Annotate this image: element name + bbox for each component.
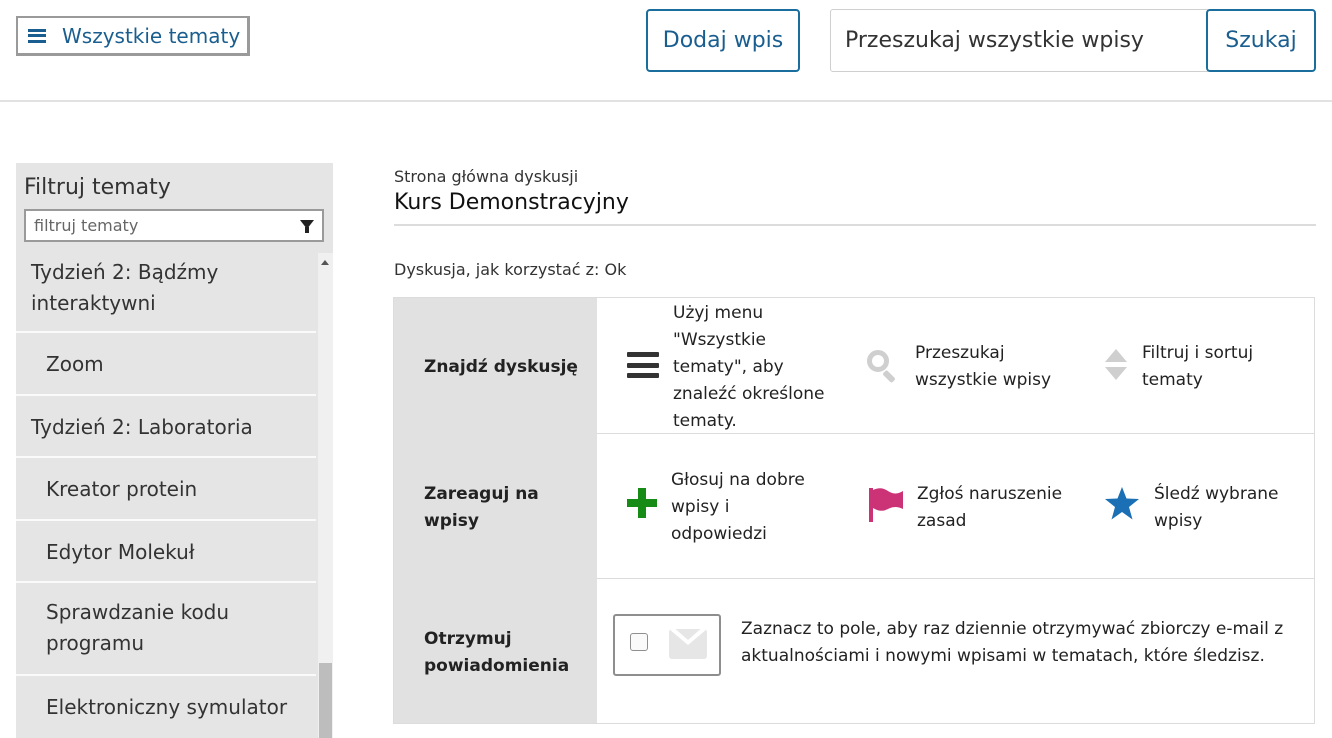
find-discussion-label: Znajdź dyskusję — [424, 357, 578, 377]
sidebar-title: Filtruj tematy — [24, 175, 171, 200]
flag-icon — [867, 486, 903, 522]
topic-list: Tydzień 2: Bądźmy interaktywni Zoom Tydz… — [16, 253, 316, 738]
scrollbar-thumb[interactable] — [319, 663, 332, 738]
menu-tip: Użyj menu "Wszystkie tematy", aby znaleź… — [673, 300, 833, 435]
all-topics-label: Wszystkie tematy — [62, 23, 241, 48]
search-tip-icon-wrap — [865, 348, 899, 384]
envelope-icon — [669, 629, 707, 659]
topic-item-code-checker[interactable]: Sprawdzanie kodu programu — [16, 583, 316, 676]
digest-checkbox-toggle[interactable] — [613, 614, 721, 676]
topics-sidebar: Filtruj tematy Tydzień 2: Bądźmy interak… — [16, 163, 333, 738]
topic-item-label: Tydzień 2: Bądźmy interaktywni — [31, 260, 219, 315]
topic-item-label: Zoom — [46, 352, 104, 376]
topic-item-week2-labs[interactable]: Tydzień 2: Laboratoria — [16, 396, 316, 458]
menu-tip-text: Użyj menu "Wszystkie tematy", aby znaleź… — [673, 303, 825, 431]
all-topics-button[interactable]: Wszystkie tematy — [16, 16, 250, 56]
sort-tip-text: Filtruj i sortuj tematy — [1142, 343, 1254, 390]
topic-item-zoom[interactable]: Zoom — [16, 333, 316, 396]
report-tip: Zgłoś naruszenie zasad — [917, 481, 1077, 535]
topic-item-molecule-editor[interactable]: Edytor Molekuł — [16, 521, 316, 583]
plus-icon — [627, 488, 657, 518]
sort-tip-icon-wrap — [1105, 349, 1127, 381]
topic-item-label: Sprawdzanie kodu programu — [46, 600, 230, 655]
vote-tip-text: Głosuj na dobre wpisy i odpowiedzi — [671, 470, 805, 544]
add-post-button[interactable]: Dodaj wpis — [646, 9, 800, 72]
follow-tip-text: Śledź wybrane wpisy — [1154, 484, 1279, 531]
search-input[interactable] — [830, 9, 1208, 72]
digest-checkbox[interactable] — [630, 633, 648, 651]
sort-tip: Filtruj i sortuj tematy — [1142, 340, 1292, 394]
report-tip-text: Zgłoś naruszenie zasad — [917, 484, 1063, 531]
row-divider — [597, 578, 1314, 579]
notifications-label: Otrzymuj powiadomienia — [424, 629, 570, 676]
report-tip-icon-wrap — [867, 486, 903, 522]
topic-item-week2-interactive[interactable]: Tydzień 2: Bądźmy interaktywni — [16, 253, 316, 333]
filter-icon — [300, 220, 314, 233]
menu-icon — [28, 28, 46, 43]
howto-panel: Znajdź dyskusję Użyj menu "Wszystkie tem… — [393, 297, 1315, 724]
scroll-up-icon[interactable] — [321, 260, 329, 265]
search-icon — [865, 348, 899, 384]
star-icon — [1105, 487, 1139, 520]
topic-item-label: Tydzień 2: Laboratoria — [31, 415, 253, 439]
sidebar-scrollbar[interactable] — [318, 253, 333, 738]
digest-description: Zaznacz to pole, aby raz dziennie otrzym… — [741, 619, 1284, 666]
vote-tip: Głosuj na dobre wpisy i odpowiedzi — [671, 467, 821, 548]
search-tip: Przeszukaj wszystkie wpisy — [915, 340, 1065, 394]
title-divider — [394, 224, 1316, 226]
row-divider — [597, 433, 1314, 434]
breadcrumb[interactable]: Strona główna dyskusji — [394, 167, 578, 186]
search-tip-text: Przeszukaj wszystkie wpisy — [915, 343, 1052, 390]
search-button[interactable]: Szukaj — [1206, 9, 1316, 72]
menu-tip-icon-wrap — [627, 352, 659, 378]
topic-item-label: Edytor Molekuł — [46, 540, 195, 564]
topic-item-electronic-simulator[interactable]: Elektroniczny symulator — [16, 676, 316, 738]
follow-tip: Śledź wybrane wpisy — [1154, 481, 1294, 535]
menu-icon — [627, 352, 659, 378]
topic-item-label: Kreator protein — [46, 477, 198, 501]
page-title: Kurs Demonstracyjny — [394, 190, 629, 215]
filter-topics-input[interactable] — [26, 216, 288, 235]
filter-box — [24, 209, 324, 242]
topic-item-protein-builder[interactable]: Kreator protein — [16, 458, 316, 521]
howto-label: Dyskusja, jak korzystać z: Ok — [394, 260, 627, 279]
vote-tip-icon-wrap — [627, 488, 657, 518]
follow-tip-icon-wrap — [1104, 486, 1140, 522]
react-posts-label: Zareaguj na wpisy — [424, 484, 539, 531]
topic-item-label: Elektroniczny symulator — [46, 695, 288, 719]
sort-icon — [1105, 349, 1127, 381]
top-bar: Wszystkie tematy Dodaj wpis Szukaj — [0, 0, 1332, 102]
